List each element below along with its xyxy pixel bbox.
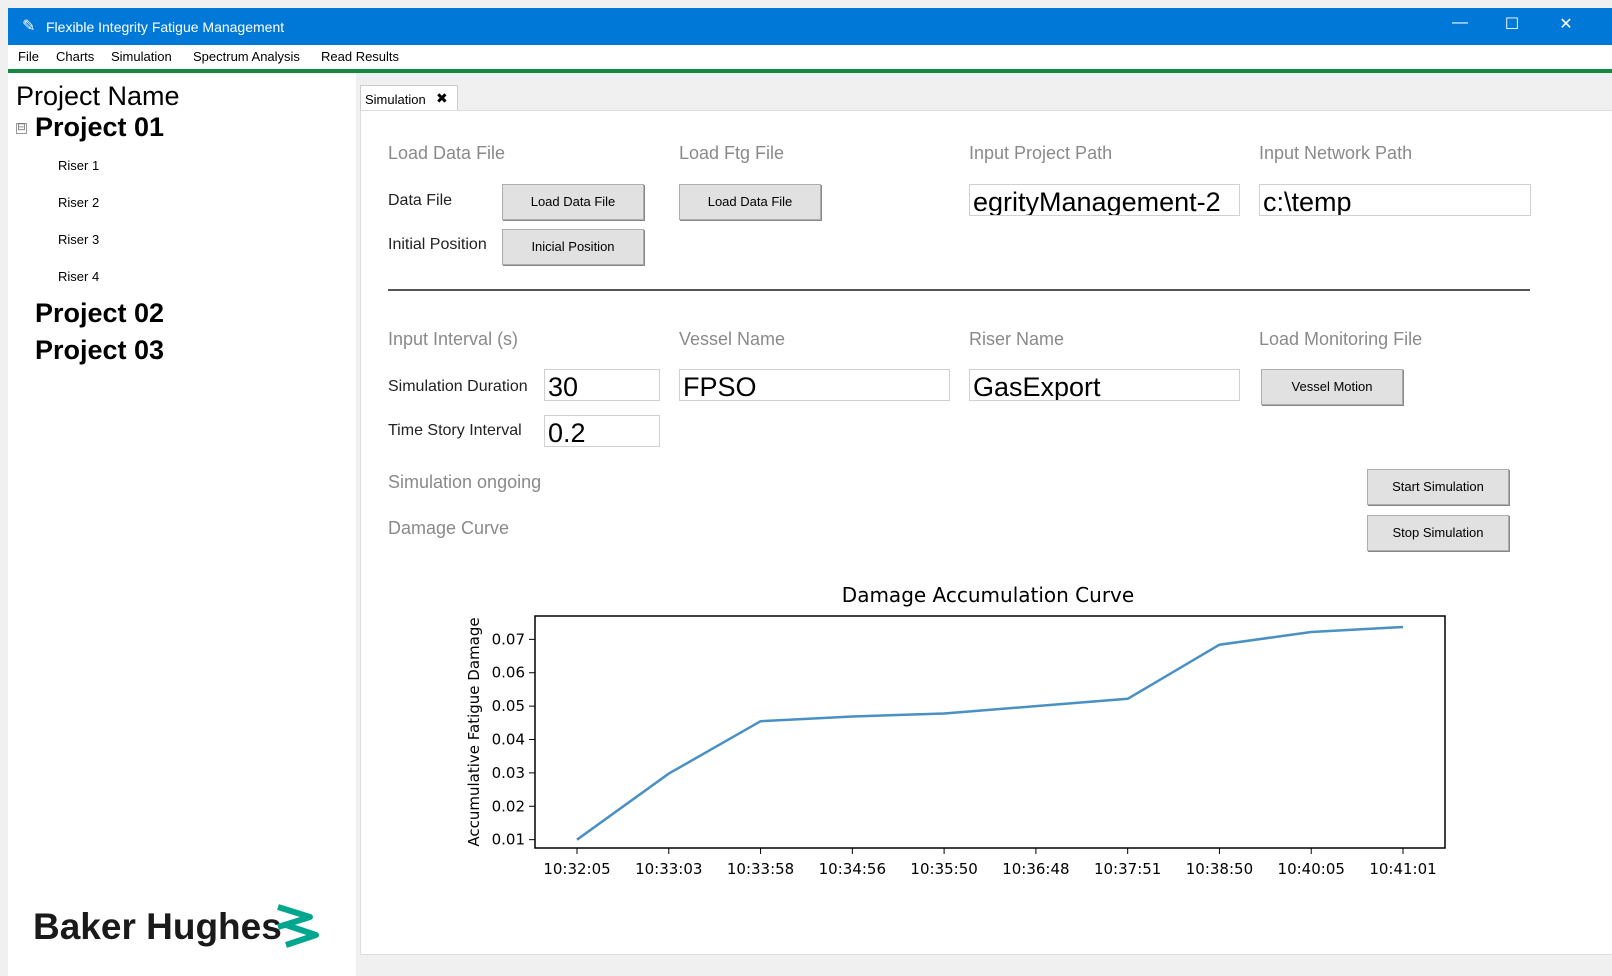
input-interval-heading: Input Interval (s) (388, 329, 519, 349)
load-data-file-button[interactable]: Load Data File (502, 184, 644, 220)
chart-x-tick-label: 10:32:05 (543, 860, 610, 876)
load-data-file-heading: Load Data File (388, 143, 506, 163)
time-story-interval-input[interactable]: 0.2 (544, 415, 660, 447)
project-tree: Project Name ⊟ Project 01 Riser 1 Riser … (8, 73, 356, 976)
chart-x-tick-label: 10:33:58 (727, 860, 794, 876)
initial-position-button[interactable]: Inicial Position (502, 229, 644, 265)
tree-project-03[interactable]: Project 03 (35, 335, 164, 366)
close-icon[interactable]: ✕ (1546, 14, 1586, 38)
menu-charts[interactable]: Charts (56, 49, 94, 64)
chart-y-tick-label: 0.04 (492, 731, 525, 749)
brand-logo-text: Baker Hughes (33, 906, 282, 947)
input-network-path-heading: Input Network Path (1259, 143, 1413, 163)
menu-bar: File Charts Simulation Spectrum Analysis… (8, 45, 1612, 73)
project-path-input[interactable]: egrityManagement-2 (969, 184, 1240, 216)
chart-y-tick-label: 0.06 (492, 664, 525, 682)
chart-x-tick-label: 10:35:50 (910, 860, 977, 876)
chart-x-ticks: 10:32:05 10:33:03 10:33:58 10:34:56 10:35:50… (543, 848, 1437, 876)
chart-x-tick-label: 10:33:03 (635, 860, 702, 876)
chart-x-tick-label: 10:37:51 (1094, 860, 1161, 876)
initial-position-label: Initial Position (388, 236, 487, 253)
damage-accumulation-chart: Damage Accumulation Curve Accumulative F… (465, 583, 1446, 876)
vessel-motion-button[interactable]: Vessel Motion (1261, 369, 1403, 405)
riser-name-input[interactable]: GasExport (969, 369, 1240, 401)
riser-name-heading: Riser Name (969, 329, 1065, 349)
window-title: Flexible Integrity Fatigue Management (46, 19, 285, 35)
chart-series-line (576, 625, 1404, 841)
load-ftg-file-button[interactable]: Load Data File (679, 184, 821, 220)
menu-spectrum-analysis[interactable]: Spectrum Analysis (193, 49, 300, 64)
chart-x-tick-label: 10:36:48 (1002, 860, 1069, 876)
chart-title: Damage Accumulation Curve (842, 583, 1134, 607)
menu-read-results[interactable]: Read Results (321, 49, 399, 64)
menu-file[interactable]: File (18, 49, 39, 64)
chart-x-tick-label: 10:38:50 (1186, 860, 1253, 876)
title-bar: ✎ Flexible Integrity Fatigue Management … (8, 8, 1612, 45)
minimize-icon[interactable]: — (1440, 14, 1480, 38)
input-project-path-heading: Input Project Path (969, 143, 1113, 163)
chart-y-tick-label: 0.07 (492, 630, 525, 648)
time-story-interval-label: Time Story Interval (388, 422, 522, 439)
tab-simulation-label: Simulation (365, 92, 426, 107)
simulation-duration-input[interactable]: 30 (544, 369, 660, 401)
tree-riser-2[interactable]: Riser 2 (58, 195, 99, 210)
tree-riser-4[interactable]: Riser 4 (58, 269, 99, 284)
network-path-input[interactable]: c:\temp (1259, 184, 1531, 216)
tree-riser-1[interactable]: Riser 1 (58, 158, 99, 173)
vessel-name-heading: Vessel Name (679, 329, 786, 349)
maximize-icon[interactable]: ☐ (1492, 14, 1532, 38)
chart-x-tick-label: 10:41:01 (1369, 860, 1436, 876)
damage-curve-heading: Damage Curve (388, 518, 510, 538)
chart-y-ticks: 0.01 0.02 0.03 0.04 0.05 0.06 0.07 (492, 630, 535, 849)
data-file-label: Data File (388, 192, 453, 209)
chart-plot-frame (534, 615, 1446, 849)
chart-y-axis-label: Accumulative Fatigue Damage (465, 617, 483, 846)
chart-y-tick-label: 0.01 (492, 831, 525, 849)
tree-riser-3[interactable]: Riser 3 (58, 232, 99, 247)
simulation-ongoing-status: Simulation ongoing (388, 472, 542, 492)
load-ftg-file-heading: Load Ftg File (679, 143, 785, 163)
brand-logo-mark-icon (277, 904, 319, 948)
close-tab-icon[interactable]: ✖ (436, 90, 448, 107)
chart-y-tick-label: 0.05 (492, 697, 525, 715)
vessel-name-input[interactable]: FPSO (679, 369, 950, 401)
feather-icon: ✎ (22, 18, 36, 35)
chart-y-tick-label: 0.02 (492, 797, 525, 815)
tab-strip: Simulation ✖ (360, 85, 1612, 111)
simulation-duration-label: Simulation Duration (388, 378, 528, 395)
section-divider (388, 289, 1530, 291)
start-simulation-button[interactable]: Start Simulation (1367, 469, 1509, 505)
tree-project-02[interactable]: Project 02 (35, 298, 164, 329)
stop-simulation-button[interactable]: Stop Simulation (1367, 515, 1509, 551)
tree-header: Project Name (16, 81, 180, 111)
load-monitoring-file-heading: Load Monitoring File (1259, 329, 1423, 349)
chart-x-tick-label: 10:34:56 (819, 860, 886, 876)
tab-simulation[interactable]: Simulation ✖ (360, 85, 458, 111)
chart-y-tick-label: 0.03 (492, 764, 525, 782)
simulation-panel: Load Data File Load Ftg File Input Proje… (360, 110, 1612, 955)
collapse-icon[interactable]: ⊟ (16, 123, 27, 134)
menu-simulation[interactable]: Simulation (111, 49, 172, 64)
tree-project-01[interactable]: Project 01 (35, 112, 164, 143)
chart-x-tick-label: 10:40:05 (1278, 860, 1345, 876)
